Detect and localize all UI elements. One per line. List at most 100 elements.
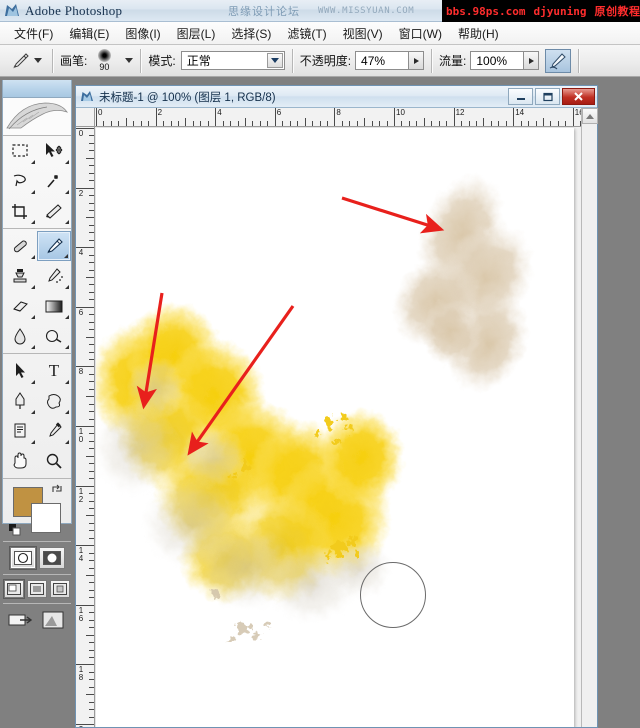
ruler-tick: [155, 108, 157, 126]
tool-eyedropper[interactable]: [37, 416, 71, 446]
arrow-to-tan-stroke: [341, 196, 445, 234]
annotation-arrows: [136, 196, 445, 456]
toolbox-drag-handle[interactable]: [3, 80, 71, 98]
menu-window[interactable]: 窗口(W): [391, 23, 450, 44]
brush-preset-preview[interactable]: 90: [89, 48, 119, 72]
ruler-tick: [89, 552, 94, 554]
tool-move[interactable]: [37, 136, 71, 166]
ruler-tick: [148, 121, 150, 126]
opacity-input[interactable]: 47%: [355, 51, 410, 70]
ruler-tick: [163, 121, 165, 126]
ruler-tick: [334, 108, 336, 126]
maximize-button[interactable]: [535, 88, 560, 105]
ruler-tick: [572, 108, 574, 126]
menu-layer[interactable]: 图层(L): [169, 23, 224, 44]
tool-flyout-triangle-icon: [31, 315, 35, 319]
ruler-tick: [89, 530, 94, 532]
quick-mask-mode-button[interactable]: [38, 547, 65, 569]
full-screen-mode-button[interactable]: [50, 580, 70, 598]
ruler-tick: [86, 515, 94, 517]
tool-pen[interactable]: [3, 386, 37, 416]
brush-picker-chevron-icon[interactable]: [125, 58, 134, 63]
ruler-tick: [475, 121, 477, 126]
blend-mode-select[interactable]: 正常: [180, 51, 285, 70]
tool-blur[interactable]: [3, 321, 37, 351]
divider: [3, 603, 71, 604]
ruler-tick: [89, 142, 94, 144]
menu-select[interactable]: 选择(S): [223, 23, 279, 44]
tool-flyout-triangle-icon: [65, 440, 69, 444]
minimize-button[interactable]: [508, 88, 533, 105]
swap-colors-icon[interactable]: [51, 483, 63, 498]
ruler-tick: [89, 619, 94, 621]
ruler-tick: [535, 121, 537, 126]
ruler-tick: [89, 224, 94, 226]
opacity-slider-button[interactable]: [409, 51, 425, 70]
menu-file[interactable]: 文件(F): [6, 23, 61, 44]
jump-to-imageready-button[interactable]: [8, 609, 38, 636]
default-colors-icon[interactable]: [9, 523, 21, 536]
ruler-tick: [453, 108, 455, 126]
tool-eraser[interactable]: [3, 291, 37, 321]
ruler-tick: [207, 121, 209, 126]
tool-hand[interactable]: [3, 446, 37, 476]
jump-to-row: [3, 606, 71, 639]
imageready-icon[interactable]: [41, 609, 67, 636]
ruler-label: 8: [336, 108, 341, 117]
tool-flyout-triangle-icon: [31, 440, 35, 444]
tool-shape[interactable]: [37, 386, 71, 416]
tool-grid-vector: T: [3, 356, 71, 476]
menu-view[interactable]: 视图(V): [335, 23, 391, 44]
full-screen-menubar-mode-button[interactable]: [27, 580, 47, 598]
tool-magic-wand[interactable]: [37, 166, 71, 196]
tool-history-brush[interactable]: [37, 261, 71, 291]
ruler-tick: [86, 694, 94, 696]
yellow-brush-strokes: [96, 301, 405, 604]
airbrush-toggle-button[interactable]: [545, 48, 572, 73]
tool-flyout-triangle-icon: [65, 345, 69, 349]
menu-edit[interactable]: 编辑(E): [61, 23, 117, 44]
tool-dodge[interactable]: [37, 321, 71, 351]
menu-image[interactable]: 图像(I): [117, 23, 168, 44]
tool-healing-brush[interactable]: [3, 231, 37, 261]
canvas-scroll-area[interactable]: [95, 127, 581, 727]
flow-slider-button[interactable]: [524, 51, 540, 70]
vertical-ruler[interactable]: 0 2 4 6 8 10 12 14 16 18 20: [76, 127, 95, 727]
menu-help[interactable]: 帮助(H): [450, 23, 507, 44]
tool-slice[interactable]: [37, 196, 71, 226]
standard-mode-button[interactable]: [9, 547, 36, 569]
tool-gradient[interactable]: [37, 291, 71, 321]
tool-path-selection[interactable]: [3, 356, 37, 386]
standard-screen-mode-button[interactable]: [4, 580, 24, 598]
ruler-tick: [89, 537, 94, 539]
tool-notes[interactable]: [3, 416, 37, 446]
ruler-label: 4: [217, 108, 222, 117]
chevron-down-icon[interactable]: [266, 53, 283, 68]
ruler-tick: [349, 121, 351, 126]
close-button[interactable]: [562, 88, 595, 105]
ruler-label: 6: [276, 108, 282, 117]
canvas-paper[interactable]: [96, 128, 574, 727]
photoshop-window: Adobe Photoshop 思缘设计论坛 WWW.MISSYUAN.COM …: [0, 0, 640, 728]
ruler-tick: [89, 381, 94, 383]
flow-input[interactable]: 100%: [470, 51, 525, 70]
background-color-swatch[interactable]: [31, 503, 61, 533]
horizontal-ruler[interactable]: 0246810121416: [95, 108, 581, 127]
tool-zoom[interactable]: [37, 446, 71, 476]
ruler-tick: [289, 121, 291, 126]
tool-crop[interactable]: [3, 196, 37, 226]
tool-marquee[interactable]: [3, 136, 37, 166]
ruler-origin-corner[interactable]: [76, 108, 95, 127]
divider: [3, 353, 71, 354]
vertical-scrollbar[interactable]: [581, 108, 598, 727]
ruler-tick: [267, 121, 269, 126]
menu-filter[interactable]: 滤镜(T): [279, 23, 334, 44]
tool-lasso[interactable]: [3, 166, 37, 196]
tool-clone-stamp[interactable]: [3, 261, 37, 291]
ruler-tick: [125, 118, 127, 126]
document-titlebar[interactable]: 未标题-1 @ 100% (图层 1, RGB/8): [76, 86, 597, 108]
tool-preset-picker[interactable]: [6, 50, 45, 72]
tool-type[interactable]: T: [37, 356, 71, 386]
scroll-up-button[interactable]: [582, 108, 598, 124]
tool-brush[interactable]: [37, 231, 71, 261]
